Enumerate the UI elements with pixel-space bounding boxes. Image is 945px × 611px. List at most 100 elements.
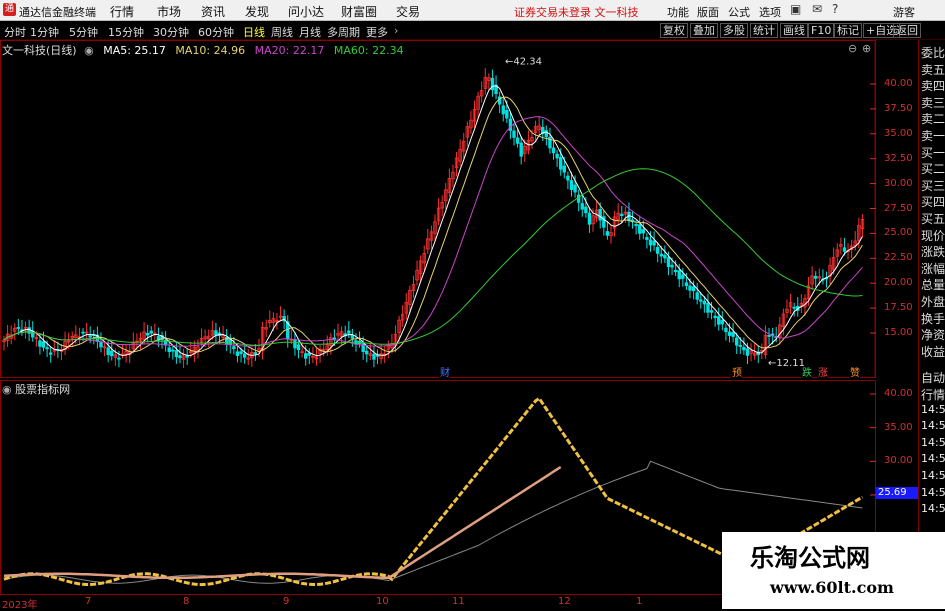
candle-body [598, 208, 602, 221]
multi-stock-button[interactable]: 多股 [720, 23, 748, 38]
sidebar-item[interactable]: 自动 [921, 369, 945, 386]
candle-body [767, 335, 771, 337]
y-tick-label: 17.50 [884, 302, 913, 314]
candle-body [232, 346, 236, 350]
candle-body [171, 349, 175, 352]
candle-body [584, 206, 588, 214]
candle-body [45, 347, 49, 350]
candle-body [178, 355, 182, 359]
indicator-peach-line [3, 465, 562, 580]
overlay-button[interactable]: 叠加 [690, 23, 718, 38]
app-title: 通达信金融终端 [19, 6, 96, 19]
low-price-label: ←12.11 [768, 358, 805, 369]
candle-body [106, 347, 110, 355]
candle-body [185, 355, 189, 358]
indicator-y-tick-label: 35.00 [884, 421, 913, 433]
zoom-in-icon[interactable]: ⊕ [862, 42, 871, 55]
y-tick-label: 15.00 [884, 327, 913, 338]
candle-body [677, 270, 681, 280]
draw-line-button[interactable]: 画线 [780, 23, 808, 38]
event-marker: 赞 [850, 366, 860, 378]
candle-body [648, 239, 653, 246]
period-60min[interactable]: 60分钟 [198, 24, 234, 40]
period-intraday[interactable]: 分时 [4, 24, 26, 40]
period-multi[interactable]: 多周期 [327, 24, 360, 40]
menu-functions[interactable]: 功能 [667, 4, 689, 20]
date-tick-label: 1 [636, 596, 643, 607]
candle-body [720, 319, 725, 325]
sidebar-item: 买五 [921, 212, 945, 226]
period-toolbar: 分时 1分钟 5分钟 15分钟 30分钟 60分钟 日线 周线 月线 多周期 更… [0, 21, 945, 40]
adjust-button[interactable]: 复权 [660, 23, 688, 38]
sidebar-item: 涨幅 [921, 261, 945, 276]
candle-body [735, 337, 739, 346]
f10-button[interactable]: F10 [808, 23, 835, 38]
menu-wealth-circle[interactable]: 财富圈 [341, 3, 377, 20]
candle-body [566, 175, 570, 181]
settings-icon[interactable]: ◉ [84, 44, 94, 57]
candle-body [562, 165, 566, 173]
mark-button[interactable]: 标记 [834, 23, 862, 38]
ma60-line [3, 168, 863, 346]
menu-news[interactable]: 资讯 [201, 3, 225, 20]
period-monthly[interactable]: 月线 [299, 24, 321, 40]
menu-market[interactable]: 市场 [157, 3, 181, 20]
help-icon[interactable]: ? [832, 2, 838, 16]
y-tick-label: 37.50 [884, 102, 913, 114]
candle-body [666, 257, 671, 267]
candle-body [681, 274, 685, 279]
candle-body [375, 354, 380, 357]
candle-body [145, 332, 150, 336]
indicator-title[interactable]: 股票指标网 [15, 383, 70, 396]
period-15min[interactable]: 15分钟 [108, 24, 144, 40]
candle-body [634, 224, 638, 227]
candle-body [691, 286, 696, 292]
stock-title[interactable]: 文一科技(日线) [2, 44, 77, 57]
sidebar-item: 卖四 [921, 79, 945, 94]
more-chevron-icon[interactable]: › [394, 24, 398, 37]
high-price-label: ←42.34 [505, 57, 542, 68]
menu-options[interactable]: 选项 [759, 4, 781, 20]
menu-discover[interactable]: 发现 [245, 3, 269, 20]
candle-body [555, 153, 559, 159]
indicator-settings-icon[interactable]: ◉ [2, 383, 12, 396]
menu-layout[interactable]: 版面 [697, 4, 719, 20]
guest-user[interactable]: 游客 [893, 4, 915, 20]
candle-body [559, 157, 563, 170]
sidebar-item: 14:50 [921, 402, 945, 416]
email-icon[interactable]: ✉ [812, 2, 822, 16]
period-more[interactable]: 更多 [366, 24, 388, 40]
period-weekly[interactable]: 周线 [271, 24, 293, 40]
candle-body [727, 331, 732, 336]
period-5min[interactable]: 5分钟 [69, 24, 98, 40]
candle-body [792, 306, 796, 309]
login-notice[interactable]: 证券交易未登录 文一科技 [514, 4, 639, 20]
candle-body [638, 224, 642, 234]
sidebar-item: 涨跌 [921, 245, 945, 260]
candle-body [293, 339, 297, 349]
y-tick-label: 25.00 [884, 227, 913, 239]
menu-trade[interactable]: 交易 [396, 3, 420, 20]
sidebar-item: 14:50 [921, 452, 945, 466]
period-30min[interactable]: 30分钟 [153, 24, 189, 40]
sidebar-item[interactable]: 行情 [921, 386, 945, 403]
candle-body [307, 352, 311, 356]
candle-body [605, 231, 610, 236]
back-button[interactable]: 返回 [893, 23, 921, 38]
menu-ask-xiaoda[interactable]: 问小达 [288, 3, 324, 20]
y-tick-label: 32.50 [884, 152, 913, 164]
period-1min[interactable]: 1分钟 [30, 24, 59, 40]
candle-body [569, 180, 574, 191]
kline-chart[interactable]: ←42.34 ←12.11 财 预 跌涨 赞 [0, 40, 876, 378]
candle-body [702, 300, 707, 305]
candle-body [242, 353, 247, 358]
stats-button[interactable]: 统计 [750, 23, 778, 38]
menu-formula[interactable]: 公式 [728, 4, 750, 20]
watermark-url: www.60lt.com [770, 578, 894, 597]
candle-body [48, 352, 53, 355]
period-daily[interactable]: 日线 [243, 24, 265, 40]
menu-market-quotes[interactable]: 行情 [110, 3, 134, 20]
user-icon[interactable]: ▣ [790, 2, 801, 16]
zoom-out-icon[interactable]: ⊖ [848, 42, 857, 55]
y-tick-label: 20.00 [884, 277, 913, 289]
